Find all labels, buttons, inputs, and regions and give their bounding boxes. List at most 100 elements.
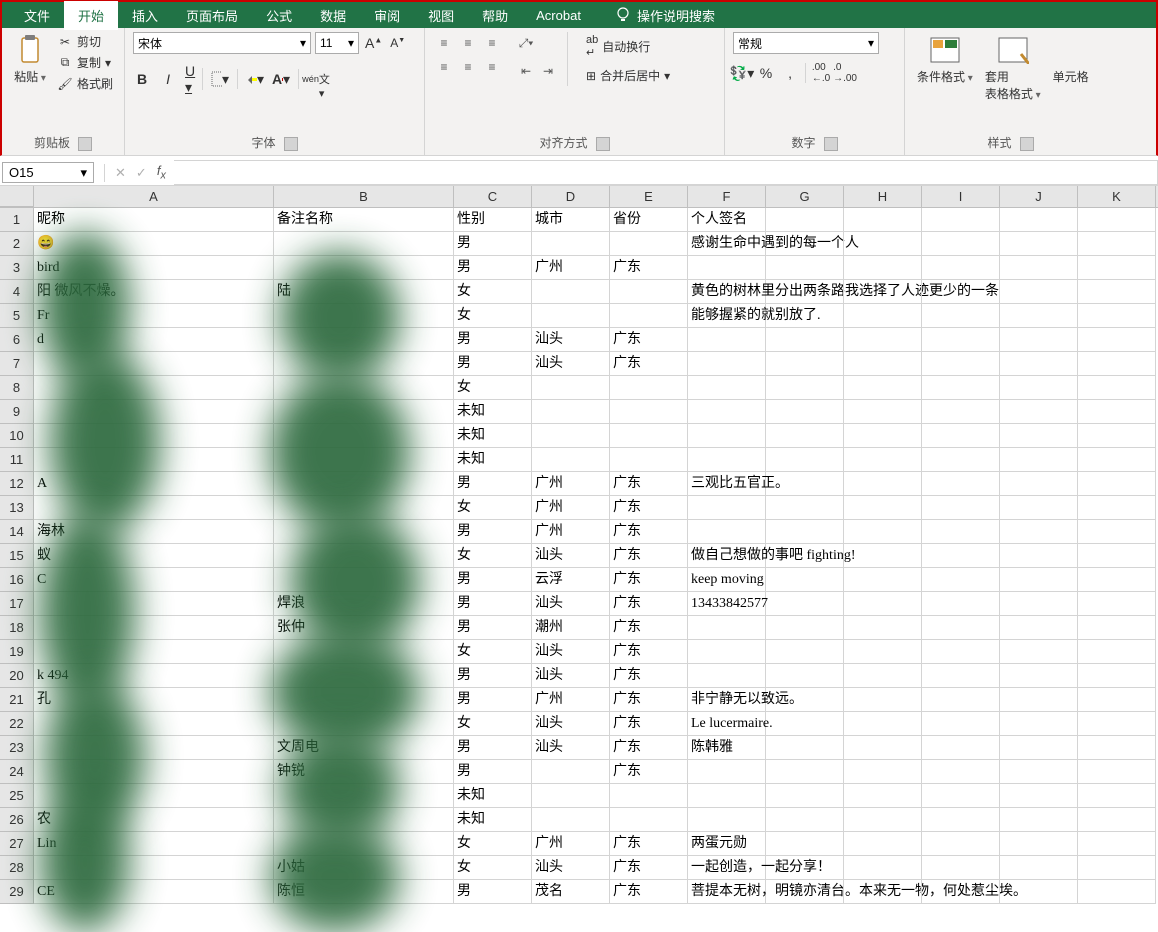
cell-F25[interactable] [688, 784, 766, 808]
cell-B25[interactable] [274, 784, 454, 808]
cell-E29[interactable]: 广东 [610, 880, 688, 904]
tab-layout[interactable]: 页面布局 [172, 1, 252, 30]
align-middle-button[interactable]: ≡ [457, 32, 479, 54]
row-header-8[interactable]: 8 [0, 376, 34, 400]
cell-I27[interactable] [922, 832, 1000, 856]
cell-I20[interactable] [922, 664, 1000, 688]
cell-H24[interactable] [844, 760, 922, 784]
underline-button[interactable]: U ▾ [185, 68, 203, 90]
tab-formulas[interactable]: 公式 [252, 1, 306, 30]
cell-J20[interactable] [1000, 664, 1078, 688]
cell-C26[interactable]: 未知 [454, 808, 532, 832]
column-header-H[interactable]: H [844, 186, 922, 207]
cell-F1[interactable]: 个人签名 [688, 208, 766, 232]
cell-K10[interactable] [1078, 424, 1156, 448]
cell-B5[interactable] [274, 304, 454, 328]
row-header-7[interactable]: 7 [0, 352, 34, 376]
cell-J25[interactable] [1000, 784, 1078, 808]
cell-A5[interactable]: Fr [34, 304, 274, 328]
cell-E13[interactable]: 广东 [610, 496, 688, 520]
cell-K14[interactable] [1078, 520, 1156, 544]
cell-D26[interactable] [532, 808, 610, 832]
cell-I23[interactable] [922, 736, 1000, 760]
cell-F24[interactable] [688, 760, 766, 784]
cell-K9[interactable] [1078, 400, 1156, 424]
cell-H21[interactable] [844, 688, 922, 712]
cell-K5[interactable] [1078, 304, 1156, 328]
font-color-button[interactable]: A▾ [272, 68, 290, 90]
format-painter-button[interactable]: 🖌格式刷 [54, 74, 116, 93]
cell-I22[interactable] [922, 712, 1000, 736]
cell-style-button[interactable]: 单元格 [1049, 32, 1093, 87]
cell-I14[interactable] [922, 520, 1000, 544]
cell-F23[interactable]: 陈韩雅 [688, 736, 766, 760]
column-header-G[interactable]: G [766, 186, 844, 207]
cell-A18[interactable] [34, 616, 274, 640]
cell-F13[interactable] [688, 496, 766, 520]
cell-C9[interactable]: 未知 [454, 400, 532, 424]
cell-D25[interactable] [532, 784, 610, 808]
cell-F7[interactable] [688, 352, 766, 376]
cell-A7[interactable] [34, 352, 274, 376]
cell-F19[interactable] [688, 640, 766, 664]
cell-G7[interactable] [766, 352, 844, 376]
cell-J4[interactable] [1000, 280, 1078, 304]
cell-B8[interactable] [274, 376, 454, 400]
cell-K28[interactable] [1078, 856, 1156, 880]
cell-J19[interactable] [1000, 640, 1078, 664]
cell-C27[interactable]: 女 [454, 832, 532, 856]
row-header-29[interactable]: 29 [0, 880, 34, 904]
cell-D20[interactable]: 汕头 [532, 664, 610, 688]
cell-J1[interactable] [1000, 208, 1078, 232]
row-header-21[interactable]: 21 [0, 688, 34, 712]
comma-button[interactable]: , [781, 62, 799, 84]
cell-B29[interactable]: 陈恒 [274, 880, 454, 904]
cell-K2[interactable] [1078, 232, 1156, 256]
cell-E28[interactable]: 广东 [610, 856, 688, 880]
cell-I2[interactable] [922, 232, 1000, 256]
cell-E5[interactable] [610, 304, 688, 328]
cell-H16[interactable] [844, 568, 922, 592]
cell-J13[interactable] [1000, 496, 1078, 520]
cell-J28[interactable] [1000, 856, 1078, 880]
cell-D16[interactable]: 云浮 [532, 568, 610, 592]
cell-F18[interactable] [688, 616, 766, 640]
cell-A29[interactable]: CE [34, 880, 274, 904]
cell-K12[interactable] [1078, 472, 1156, 496]
cell-C5[interactable]: 女 [454, 304, 532, 328]
cell-J21[interactable] [1000, 688, 1078, 712]
italic-button[interactable]: I [159, 68, 177, 90]
cell-E15[interactable]: 广东 [610, 544, 688, 568]
tab-file[interactable]: 文件 [10, 1, 64, 30]
column-header-B[interactable]: B [274, 186, 454, 207]
cell-B21[interactable] [274, 688, 454, 712]
cell-I9[interactable] [922, 400, 1000, 424]
cell-G10[interactable] [766, 424, 844, 448]
cell-J9[interactable] [1000, 400, 1078, 424]
align-right-button[interactable]: ≡ [481, 56, 503, 78]
indent-dec-button[interactable]: ⇤ [515, 60, 537, 82]
cell-G26[interactable] [766, 808, 844, 832]
cell-F6[interactable] [688, 328, 766, 352]
cell-F4[interactable]: 黄色的树林里分出两条路我选择了人迹更少的一条 [688, 280, 766, 304]
cell-D1[interactable]: 城市 [532, 208, 610, 232]
cell-I28[interactable] [922, 856, 1000, 880]
cut-button[interactable]: ✂剪切 [54, 32, 116, 51]
cell-B19[interactable] [274, 640, 454, 664]
cell-A16[interactable]: C [34, 568, 274, 592]
inc-decimal-button[interactable]: .00←.0 [812, 62, 830, 84]
cell-B2[interactable] [274, 232, 454, 256]
cell-J23[interactable] [1000, 736, 1078, 760]
cell-G25[interactable] [766, 784, 844, 808]
cell-D17[interactable]: 汕头 [532, 592, 610, 616]
row-header-10[interactable]: 10 [0, 424, 34, 448]
column-header-A[interactable]: A [34, 186, 274, 207]
cell-I29[interactable] [922, 880, 1000, 904]
cell-G29[interactable] [766, 880, 844, 904]
cell-E24[interactable]: 广东 [610, 760, 688, 784]
cell-E21[interactable]: 广东 [610, 688, 688, 712]
row-header-25[interactable]: 25 [0, 784, 34, 808]
align-bottom-button[interactable]: ≡ [481, 32, 503, 54]
cell-D29[interactable]: 茂名 [532, 880, 610, 904]
cell-J12[interactable] [1000, 472, 1078, 496]
